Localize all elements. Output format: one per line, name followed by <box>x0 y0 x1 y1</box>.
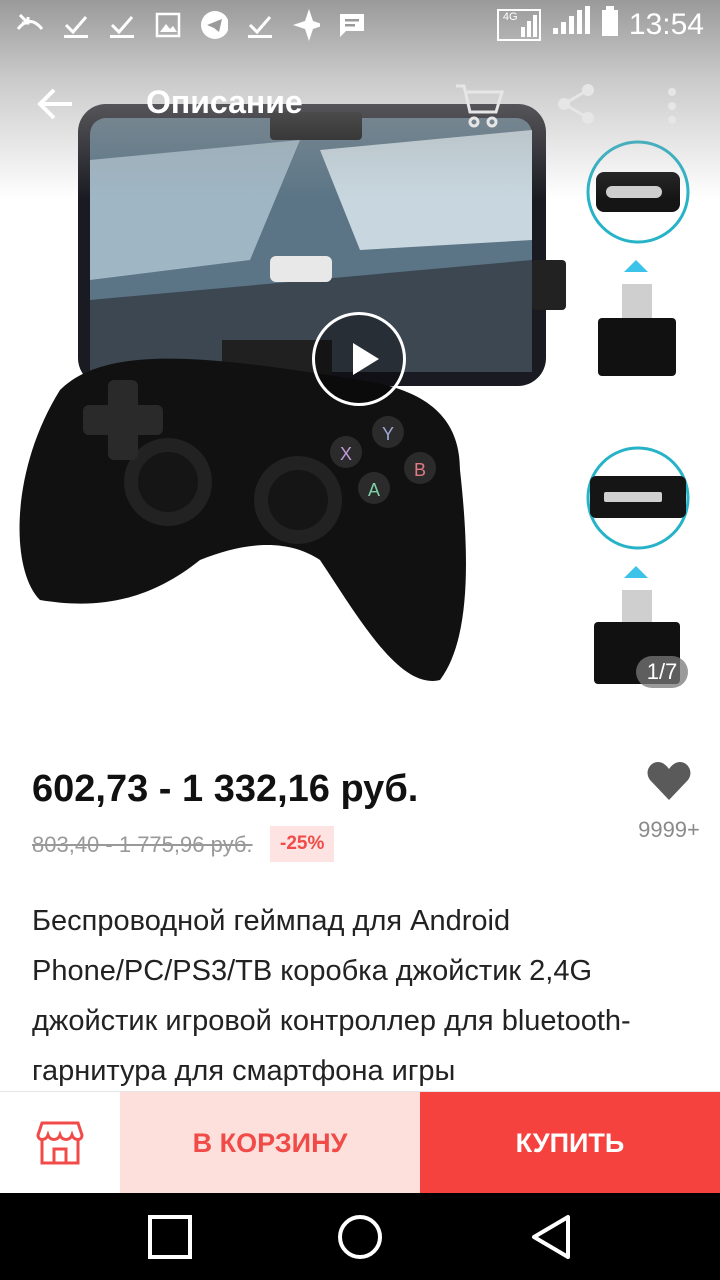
cart-button[interactable] <box>452 80 506 130</box>
more-options-button[interactable] <box>660 84 684 128</box>
check-icon <box>62 11 90 39</box>
svg-text:A: A <box>368 480 380 500</box>
signal-4g-icon: 4G <box>496 9 541 41</box>
battery-icon <box>601 6 619 44</box>
page-title: Описание <box>146 84 303 120</box>
nav-back-button[interactable] <box>528 1213 576 1261</box>
discount-badge: -25% <box>270 826 335 862</box>
buy-button[interactable]: КУПИТЬ <box>420 1092 720 1194</box>
back-arrow-icon <box>37 88 72 120</box>
action-bar: В КОРЗИНУ КУПИТЬ <box>0 1091 720 1194</box>
cart-icon <box>456 84 505 128</box>
triangle-back-icon <box>532 1215 570 1259</box>
share-icon <box>558 84 594 124</box>
favorite-button[interactable]: 9999+ <box>634 760 704 843</box>
check-icon <box>108 11 136 39</box>
app-bar: Описание <box>0 58 720 150</box>
old-price: 803,40 - 1 775,96 руб. <box>32 832 253 857</box>
missed-call-icon <box>16 11 44 39</box>
square-icon <box>148 1215 192 1259</box>
svg-text:B: B <box>414 460 426 480</box>
play-video-button[interactable] <box>312 312 406 406</box>
play-icon <box>353 343 379 375</box>
message-icon <box>338 11 366 39</box>
favorite-count: 9999+ <box>638 817 700 842</box>
check-icon <box>246 11 274 39</box>
image-counter: 1/7 <box>636 656 688 688</box>
store-icon <box>36 1121 84 1165</box>
telegram-icon <box>200 11 228 39</box>
store-button[interactable] <box>0 1092 120 1194</box>
more-vert-icon <box>668 88 676 124</box>
status-bar: 4G 13:54 <box>0 0 720 50</box>
product-description: Беспроводной геймпад для Android Phone/P… <box>32 905 631 1087</box>
add-to-cart-button[interactable]: В КОРЗИНУ <box>120 1092 420 1194</box>
circle-icon <box>338 1215 382 1259</box>
system-nav-bar <box>0 1193 720 1280</box>
heart-icon <box>647 762 691 800</box>
home-button[interactable] <box>336 1213 384 1261</box>
image-icon <box>154 11 182 39</box>
back-button[interactable] <box>34 82 78 126</box>
svg-text:X: X <box>340 444 352 464</box>
price-range: 602,73 - 1 332,16 руб. <box>32 768 419 810</box>
recents-button[interactable] <box>146 1213 194 1261</box>
svg-text:Y: Y <box>382 424 394 444</box>
signal-bars-icon <box>551 6 591 44</box>
clock: 13:54 <box>628 8 704 41</box>
sparkle-icon <box>292 9 320 41</box>
share-button[interactable] <box>556 82 596 126</box>
